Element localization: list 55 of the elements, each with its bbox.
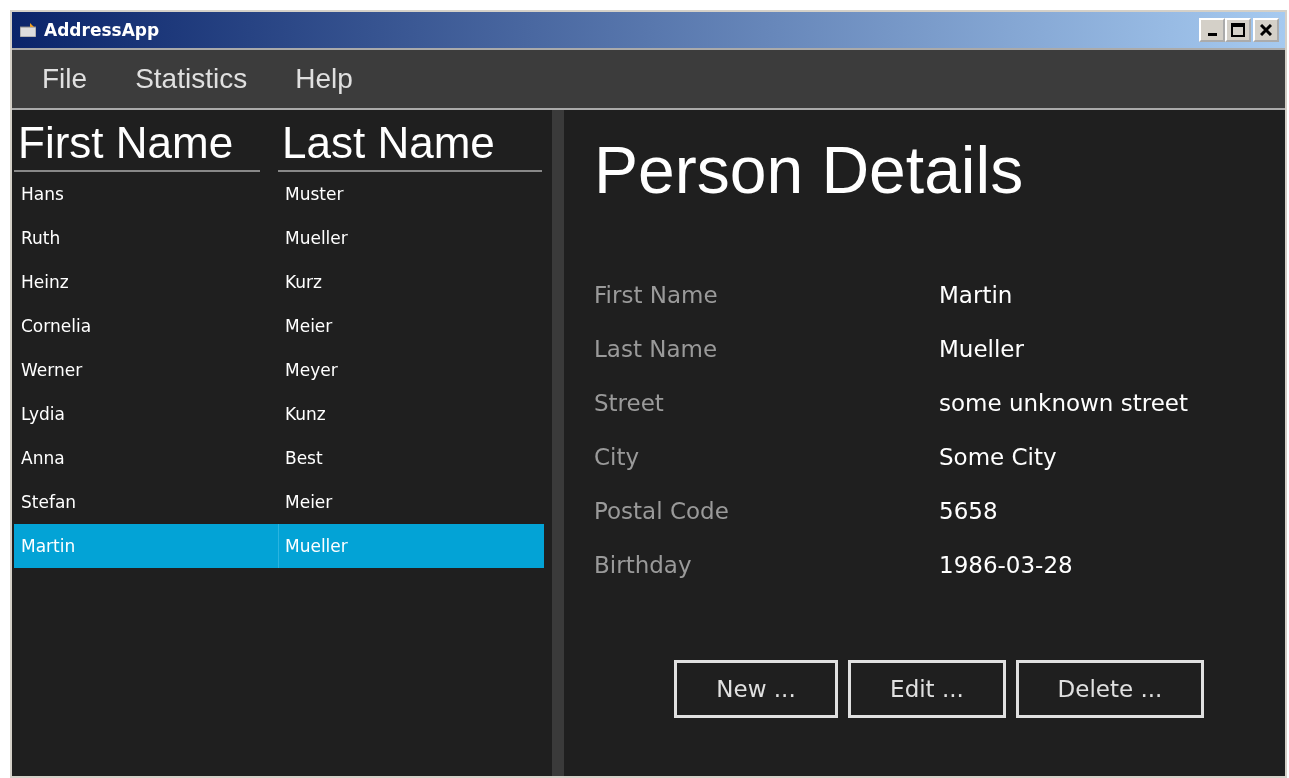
maximize-button[interactable]	[1225, 18, 1251, 42]
table-cell-text: Muster	[284, 183, 345, 206]
table-cell-text: Martin	[20, 535, 77, 558]
table-cell-text: Kunz	[284, 403, 327, 426]
table-row[interactable]: Anna Best	[14, 436, 544, 480]
field-value: 5658	[939, 497, 999, 526]
field-value: Some City	[939, 443, 1058, 472]
table-row[interactable]: Lydia Kunz	[14, 392, 544, 436]
field-value: 1986-03-28	[939, 551, 1074, 580]
close-icon	[1260, 24, 1272, 36]
table-row[interactable]: Werner Meyer	[14, 348, 544, 392]
menu-item[interactable]: Help	[295, 63, 353, 95]
table-cell-text: Meier	[284, 491, 334, 514]
table-cell-text: Werner	[20, 359, 84, 382]
app-icon	[20, 23, 36, 37]
table-row[interactable]: Cornelia Meier	[14, 304, 544, 348]
minimize-button[interactable]	[1199, 18, 1225, 42]
maximize-icon	[1231, 23, 1245, 37]
table-cell-text: Lydia	[20, 403, 66, 426]
table-cell-text: Kurz	[284, 271, 323, 294]
field-label: First Name	[594, 281, 719, 310]
field-value: some unknown street	[939, 389, 1189, 418]
table-cell-text: Anna	[20, 447, 66, 470]
field-value: Mueller	[939, 335, 1025, 364]
table-cell-text: Meyer	[284, 359, 339, 382]
table-cell-text: Meier	[284, 315, 334, 338]
table-cell-text: Heinz	[20, 271, 70, 294]
table-cell-text: Mueller	[284, 227, 349, 250]
table-row[interactable]: Heinz Kurz	[14, 260, 544, 304]
field-label: Birthday	[594, 551, 693, 580]
table-cell-text: Ruth	[20, 227, 62, 250]
field-label: City	[594, 443, 641, 472]
menu-item[interactable]: File	[42, 63, 88, 95]
field-label: Street	[594, 389, 665, 418]
field-label: Last Name	[594, 335, 719, 364]
column-header[interactable]: Last Name	[278, 118, 542, 172]
details-title: Person Details	[594, 132, 1025, 208]
column-header[interactable]: First Name	[14, 118, 260, 172]
table-row[interactable]: Stefan Meier	[14, 480, 544, 524]
field-value: Martin	[939, 281, 1014, 310]
close-button[interactable]	[1253, 18, 1279, 42]
table-cell-text: Cornelia	[20, 315, 93, 338]
action-button[interactable]: New ...	[674, 660, 838, 718]
action-button[interactable]: Edit ...	[848, 660, 1006, 718]
table-cell: Mueller	[278, 524, 542, 568]
table-cell-text: Stefan	[20, 491, 78, 514]
table-row[interactable]: Hans Muster	[14, 172, 544, 216]
table-cell-text: Hans	[20, 183, 65, 206]
action-button[interactable]: Delete ...	[1016, 660, 1204, 718]
table-row[interactable]: Ruth Mueller	[14, 216, 544, 260]
table-cell-text: Best	[284, 447, 324, 470]
minimize-icon	[1207, 33, 1217, 36]
window-title: AddressApp	[44, 20, 161, 40]
field-label: Postal Code	[594, 497, 730, 526]
menu-item[interactable]: Statistics	[135, 63, 248, 95]
